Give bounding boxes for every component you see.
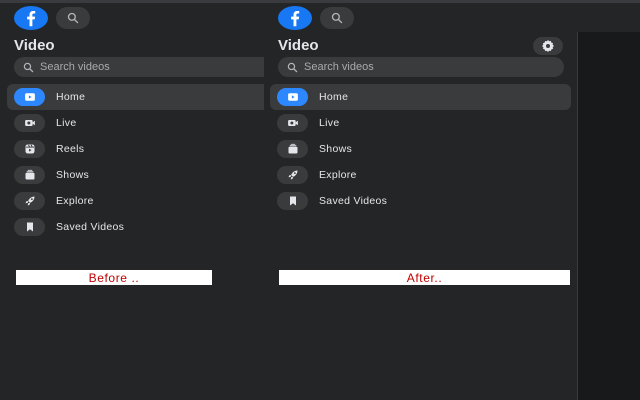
facebook-logo-icon[interactable] [14,6,48,30]
search-videos-field[interactable] [278,57,564,77]
video-play-icon [277,88,308,106]
before-caption: Before .. [16,270,212,285]
reels-icon [14,140,45,158]
search-icon[interactable] [56,7,90,29]
sidebar-item-label: Home [319,91,349,103]
shows-icon [14,166,45,184]
search-videos-field[interactable] [14,57,264,77]
sidebar-item-home[interactable]: Home [7,84,264,110]
sidebar-item-label: Live [56,117,77,129]
sidebar-item-label: Home [56,91,86,103]
video-play-icon [14,88,45,106]
search-videos-input[interactable] [304,61,564,73]
sidebar-item-home[interactable]: Home [270,84,571,110]
sidebar-item-label: Reels [56,143,85,155]
sidebar-item-saved-videos[interactable]: Saved Videos [7,214,257,240]
sidebar-item-shows[interactable]: Shows [270,136,571,162]
page-title: Video [14,37,55,54]
sidebar-item-label: Explore [319,169,357,181]
shows-icon [277,140,308,158]
sidebar-item-label: Shows [56,169,90,181]
sidebar-item-saved-videos[interactable]: Saved Videos [270,188,571,214]
sidebar-item-explore[interactable]: Explore [270,162,571,188]
sidebar-item-live[interactable]: Live [270,110,571,136]
after-caption: After.. [279,270,570,285]
sidebar-item-label: Saved Videos [319,195,388,207]
bookmark-icon [14,218,45,236]
sidebar-item-live[interactable]: Live [7,110,257,136]
settings-gear-icon[interactable] [533,37,563,55]
sidebar-item-explore[interactable]: Explore [7,188,257,214]
search-icon [287,62,298,72]
sidebar-item-label: Explore [56,195,94,207]
facebook-logo-icon[interactable] [278,6,312,30]
page-title: Video [278,37,319,54]
bookmark-icon [277,192,308,210]
sidebar-item-label: Live [319,117,340,129]
sidebar-item-reels[interactable]: Reels [7,136,257,162]
sidebar-item-label: Shows [319,143,353,155]
search-icon[interactable] [320,7,354,29]
live-camera-icon [277,114,308,132]
search-icon [23,62,34,72]
content-area [578,32,640,400]
rocket-icon [277,166,308,184]
sidebar-item-label: Saved Videos [56,221,125,233]
search-videos-input[interactable] [40,61,264,73]
rocket-icon [14,192,45,210]
live-camera-icon [14,114,45,132]
sidebar-item-shows[interactable]: Shows [7,162,257,188]
